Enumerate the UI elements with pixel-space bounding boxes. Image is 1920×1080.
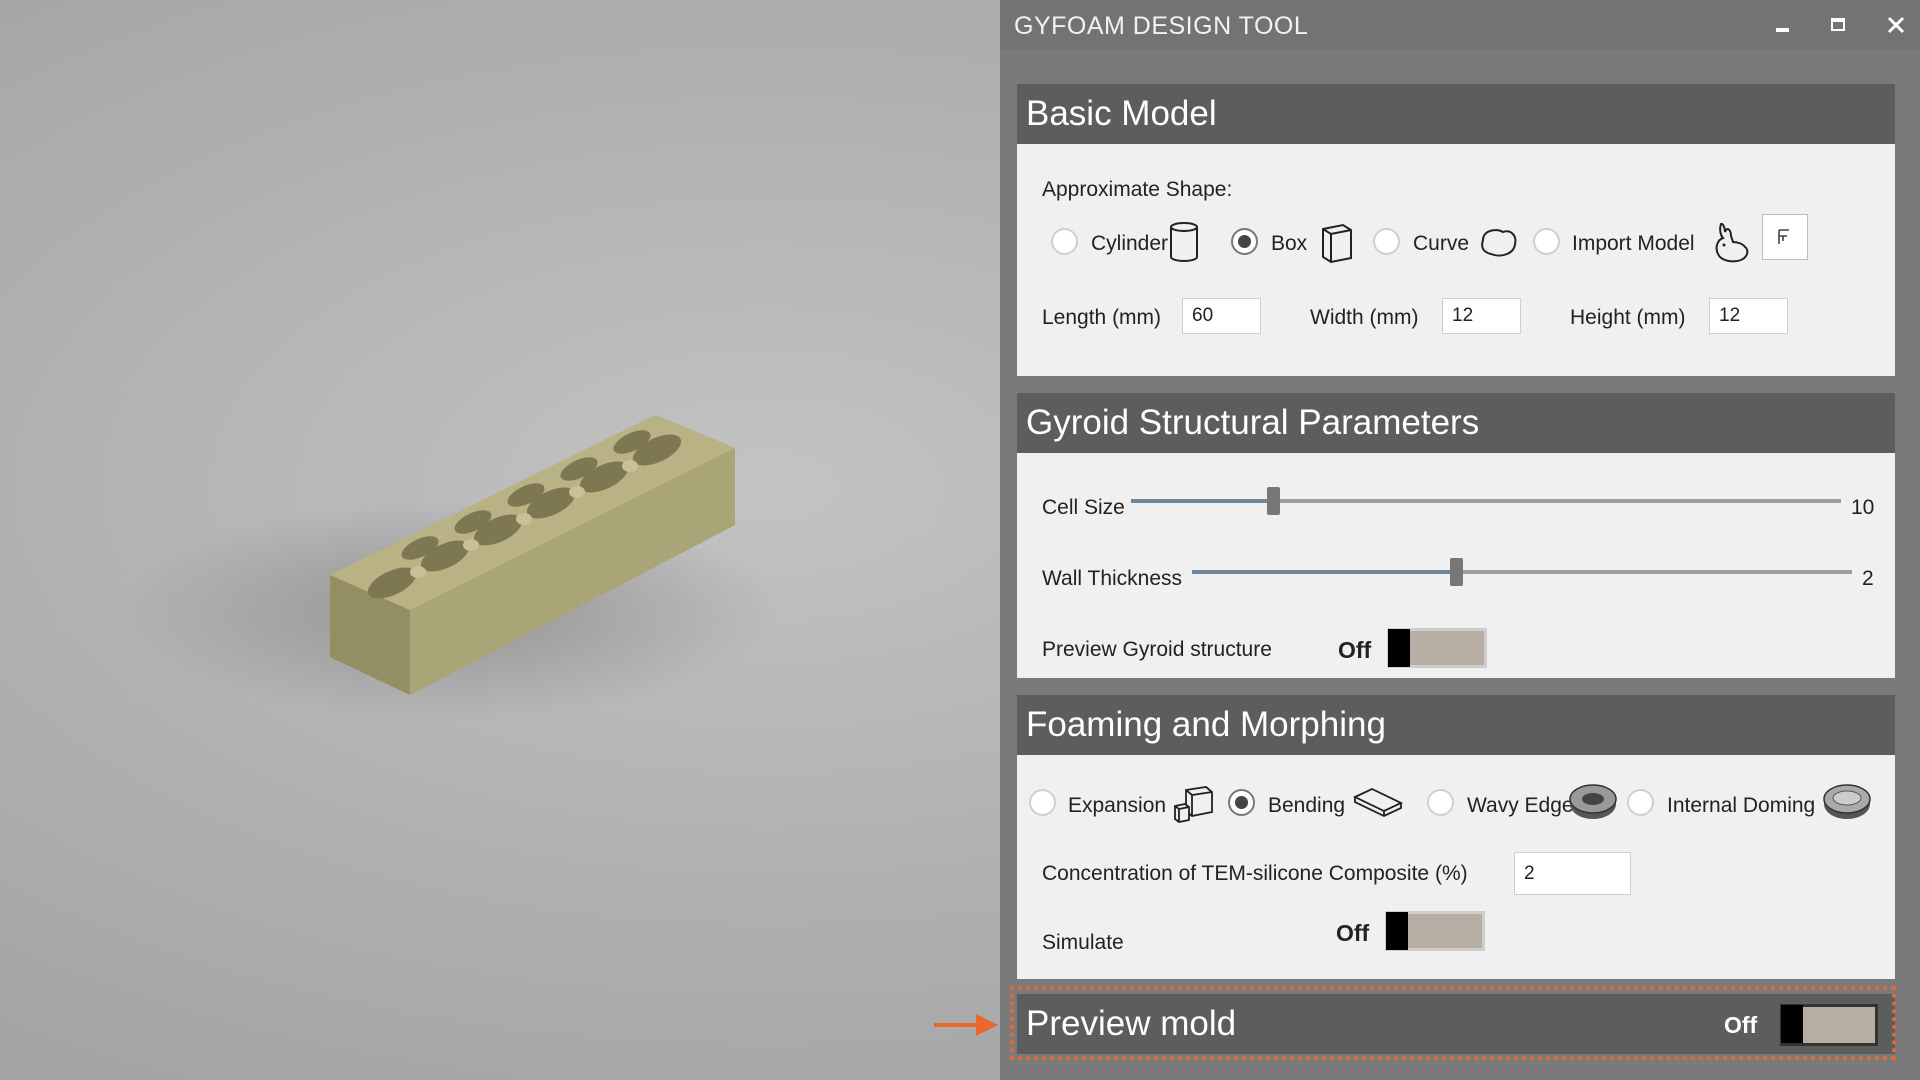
- basic-model-title: Basic Model: [1026, 94, 1217, 133]
- expansion-label: Expansion: [1068, 794, 1167, 817]
- cell-size-slider[interactable]: [1131, 487, 1841, 515]
- preview-gyroid-state: Off: [1338, 637, 1372, 663]
- basic-model-body: Approximate Shape: Cylinder Box Curve Im…: [1017, 144, 1895, 376]
- import-model-radio[interactable]: [1533, 228, 1560, 255]
- toggle-knob: [1781, 1005, 1803, 1043]
- wavy-edges-radio[interactable]: [1427, 789, 1454, 816]
- foaming-body: Expansion Bending Wavy Edges Internal Do…: [1017, 755, 1895, 979]
- box-radio[interactable]: [1231, 228, 1258, 255]
- preview-gyroid-label: Preview Gyroid structure: [1042, 638, 1272, 661]
- length-label: Length (mm): [1042, 306, 1162, 329]
- internal-doming-radio[interactable]: [1627, 789, 1654, 816]
- preview-mold-toggle[interactable]: [1780, 1004, 1878, 1046]
- bunny-icon: [1715, 222, 1749, 263]
- bending-icon: [1352, 788, 1404, 817]
- preview-mold-title: Preview mold: [1026, 1004, 1237, 1043]
- foaming-title: Foaming and Morphing: [1026, 705, 1386, 744]
- preview-mold-bar: Preview mold Off: [1017, 994, 1895, 1054]
- basic-model-header: Basic Model: [1017, 84, 1895, 144]
- height-label: Height (mm): [1570, 306, 1686, 329]
- width-input[interactable]: [1442, 298, 1521, 334]
- concentration-label: Concentration of TEM-silicone Composite …: [1042, 862, 1468, 885]
- approximate-shape-label: Approximate Shape:: [1042, 178, 1233, 201]
- import-model-label: Import Model: [1572, 232, 1695, 255]
- close-icon[interactable]: [1881, 10, 1911, 40]
- foaming-header: Foaming and Morphing: [1017, 695, 1895, 755]
- wall-thickness-slider-fill: [1192, 570, 1456, 574]
- title-bar: GYFOAM DESIGN TOOL: [1000, 0, 1920, 50]
- wall-thickness-slider[interactable]: [1192, 558, 1852, 586]
- bending-radio[interactable]: [1228, 789, 1255, 816]
- internal-doming-label: Internal Doming: [1667, 794, 1816, 817]
- expansion-radio[interactable]: [1029, 789, 1056, 816]
- highlight-arrow-icon: [934, 1014, 998, 1036]
- box-icon: [1322, 223, 1352, 264]
- wavy-edges-label: Wavy Edges: [1467, 794, 1585, 817]
- wall-thickness-slider-thumb[interactable]: [1450, 558, 1463, 586]
- simulate-toggle[interactable]: [1385, 911, 1485, 951]
- cylinder-label: Cylinder: [1091, 232, 1169, 255]
- simulate-state: Off: [1336, 920, 1370, 946]
- simulate-label: Simulate: [1042, 931, 1124, 954]
- length-input[interactable]: [1182, 298, 1261, 334]
- file-import-icon: [1778, 229, 1789, 244]
- minimize-icon[interactable]: [1767, 10, 1797, 40]
- app-title: GYFOAM DESIGN TOOL: [1014, 12, 1309, 40]
- design-tool-panel: GYFOAM DESIGN TOOL Basic Model Approxima…: [1000, 0, 1920, 1080]
- concentration-input[interactable]: [1514, 852, 1631, 895]
- cell-size-value: 10: [1851, 496, 1875, 519]
- maximize-icon[interactable]: [1823, 10, 1853, 40]
- curve-label: Curve: [1413, 232, 1470, 255]
- gyroid-box-model: [120, 415, 780, 720]
- cell-size-slider-fill: [1131, 499, 1273, 503]
- wall-thickness-label: Wall Thickness: [1042, 567, 1183, 590]
- curve-radio[interactable]: [1373, 228, 1400, 255]
- toggle-knob: [1386, 912, 1408, 950]
- box-label: Box: [1271, 232, 1308, 255]
- gyroid-title: Gyroid Structural Parameters: [1026, 403, 1480, 442]
- preview-gyroid-toggle[interactable]: [1387, 628, 1487, 668]
- bending-label: Bending: [1268, 794, 1346, 817]
- width-label: Width (mm): [1310, 306, 1419, 329]
- cell-size-label: Cell Size: [1042, 496, 1125, 519]
- internal-doming-icon: [1823, 784, 1871, 819]
- preview-mold-state: Off: [1724, 1012, 1758, 1038]
- curve-icon: [1481, 229, 1517, 257]
- expansion-icon: [1174, 786, 1213, 823]
- import-file-button[interactable]: [1762, 214, 1808, 260]
- wall-thickness-value: 2: [1862, 567, 1874, 590]
- gyroid-header: Gyroid Structural Parameters: [1017, 393, 1895, 453]
- toggle-knob: [1388, 629, 1410, 667]
- cylinder-radio[interactable]: [1051, 228, 1078, 255]
- 3d-viewport[interactable]: [0, 0, 1000, 1080]
- gyroid-body: Cell Size 10 Wall Thickness 2 Preview Gy…: [1017, 453, 1895, 678]
- cylinder-icon: [1170, 222, 1198, 262]
- wavy-edges-icon: [1569, 784, 1617, 819]
- height-input[interactable]: [1709, 298, 1788, 334]
- cell-size-slider-thumb[interactable]: [1267, 487, 1280, 515]
